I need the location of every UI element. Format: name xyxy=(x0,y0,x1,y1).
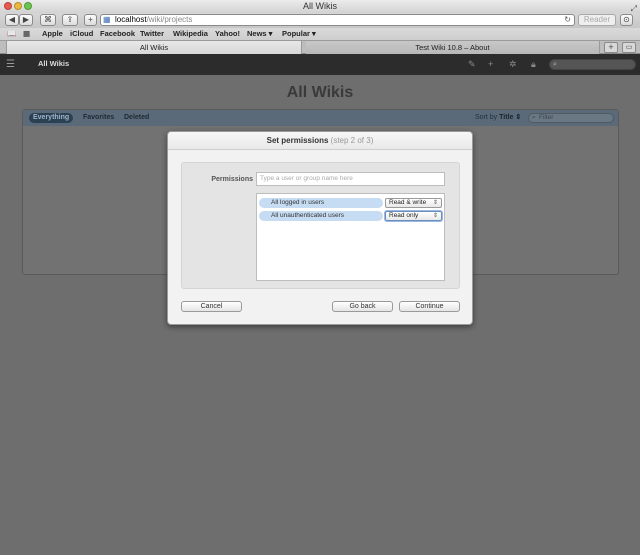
dialog-title: Set permissions (step 2 of 3) xyxy=(168,132,472,150)
zoom-window-button[interactable] xyxy=(24,2,32,10)
reload-icon[interactable]: ↻ xyxy=(564,15,571,25)
reading-list-button[interactable]: ⌘ xyxy=(40,14,56,26)
add-plus-icon[interactable]: + xyxy=(488,59,493,69)
search-icon: ⌕ xyxy=(532,114,536,121)
bookmark-item[interactable]: Twitter xyxy=(140,28,164,40)
sort-control[interactable]: Sort by Title ⇕ xyxy=(475,113,521,121)
permissions-list: All logged in users Read & write ⇕ All u… xyxy=(256,193,445,281)
new-tab-button[interactable]: + xyxy=(84,14,97,26)
plus-icon: + xyxy=(608,42,614,52)
page-title: All Wikis xyxy=(286,84,354,101)
url-path: /wiki/projects xyxy=(146,15,193,24)
reader-button[interactable]: Reader xyxy=(578,14,616,26)
sort-value: Title ⇕ xyxy=(499,114,522,121)
access-select-logged-in[interactable]: Read & write ⇕ xyxy=(385,198,442,208)
bookmark-item[interactable]: iCloud xyxy=(70,28,93,40)
wiki-header-title[interactable]: All Wikis xyxy=(38,59,69,68)
site-icon: ▦ xyxy=(103,15,111,24)
menu-list-icon[interactable]: ☰ xyxy=(6,59,15,70)
dialog-title-text: Set permissions xyxy=(266,136,329,145)
minimize-window-button[interactable] xyxy=(14,2,22,10)
tab-overview-icon: ▭ xyxy=(625,44,633,51)
access-select-unauthenticated[interactable]: Read only ⇕ xyxy=(385,211,442,221)
access-value: Read only xyxy=(389,212,419,219)
lock-icon[interactable]: 🔒︎ xyxy=(531,59,536,70)
filter-favorites[interactable]: Favorites xyxy=(83,113,114,123)
search-icon: ⌕ xyxy=(553,61,557,68)
edit-pencil-icon[interactable]: ✎ xyxy=(468,59,476,70)
bookmark-item[interactable]: Popular ▾ xyxy=(282,28,316,40)
permission-entry-name: All logged in users xyxy=(259,198,383,208)
tab-overview-button[interactable]: ▭ xyxy=(622,42,636,53)
filter-bar: Everything Favorites Deleted Sort by Tit… xyxy=(23,110,618,126)
downloads-button[interactable]: ⊙ xyxy=(620,14,633,26)
download-icon: ⊙ xyxy=(623,15,630,24)
forward-arrow-icon: ▶ xyxy=(22,15,30,24)
updown-arrows-icon: ⇕ xyxy=(432,200,438,206)
url-host: localhost xyxy=(115,15,147,24)
close-window-button[interactable] xyxy=(4,2,12,10)
go-back-button[interactable]: Go back xyxy=(332,301,393,312)
wiki-search-input[interactable]: ⌕ xyxy=(549,59,636,70)
user-group-placeholder: Type a user or group name here xyxy=(260,175,353,182)
window-title: All Wikis xyxy=(303,1,337,11)
permissions-label: Permissions xyxy=(211,176,253,183)
permission-entry-name: All unauthenticated users xyxy=(259,211,383,221)
filter-everything[interactable]: Everything xyxy=(29,113,74,123)
bookmark-item[interactable]: Wikipedia xyxy=(173,28,208,40)
back-button[interactable]: ◀ xyxy=(5,14,19,26)
back-arrow-icon: ◀ xyxy=(8,15,16,24)
tab-label: All Wikis xyxy=(139,43,169,52)
filter-deleted[interactable]: Deleted xyxy=(124,113,149,123)
user-group-input[interactable]: Type a user or group name here xyxy=(256,172,445,186)
top-sites-icon[interactable]: ▦ xyxy=(23,28,30,40)
bookmark-item[interactable]: Apple xyxy=(42,28,63,40)
share-icon: ⇪ xyxy=(66,15,74,24)
filter-placeholder: Filter xyxy=(539,114,554,121)
bookmark-item[interactable]: News ▾ xyxy=(247,28,272,40)
set-permissions-dialog: Set permissions (step 2 of 3) Permission… xyxy=(167,131,473,325)
window-titlebar: All Wikis ⤢ xyxy=(0,0,640,13)
cancel-button[interactable]: Cancel xyxy=(181,301,242,312)
tab-bar: All Wikis Test Wiki 10.8 – About + ▭ xyxy=(0,40,640,54)
address-bar[interactable]: ▦ localhost/wiki/projects ↻ xyxy=(100,14,575,26)
wiki-header: ☰ All Wikis ✎ + ✲ 🔒︎ ⌕ xyxy=(0,54,640,75)
tab-label: Test Wiki 10.8 – About xyxy=(415,43,490,52)
share-button[interactable]: ⇪ xyxy=(62,14,78,26)
dialog-step: (step 2 of 3) xyxy=(330,136,374,145)
forward-button[interactable]: ▶ xyxy=(19,14,33,26)
book-icon[interactable]: 📖 xyxy=(7,28,16,40)
add-tab-button[interactable]: + xyxy=(604,42,618,53)
bookmark-item[interactable]: Yahoo! xyxy=(215,28,240,40)
gear-icon[interactable]: ✲ xyxy=(509,59,517,70)
reading-list-icon: ⌘ xyxy=(44,15,52,24)
access-value: Read & write xyxy=(389,199,427,206)
filter-input[interactable]: ⌕ Filter xyxy=(528,113,614,123)
tab-all-wikis[interactable]: All Wikis xyxy=(6,41,302,54)
sort-label: Sort by xyxy=(475,114,498,121)
bookmarks-bar: 📖 ▦ Apple iCloud Facebook Twitter Wikipe… xyxy=(0,28,640,40)
updown-arrows-icon: ⇕ xyxy=(432,213,438,219)
tab-test-wiki[interactable]: Test Wiki 10.8 – About xyxy=(306,41,600,54)
browser-toolbar: ◀ ▶ ⌘ ⇪ + ▦ localhost/wiki/projects ↻ Re… xyxy=(0,13,640,28)
plus-icon: + xyxy=(88,15,93,24)
permissions-form: Permissions Type a user or group name he… xyxy=(181,162,460,289)
bookmark-item[interactable]: Facebook xyxy=(100,28,135,40)
continue-button[interactable]: Continue xyxy=(399,301,460,312)
